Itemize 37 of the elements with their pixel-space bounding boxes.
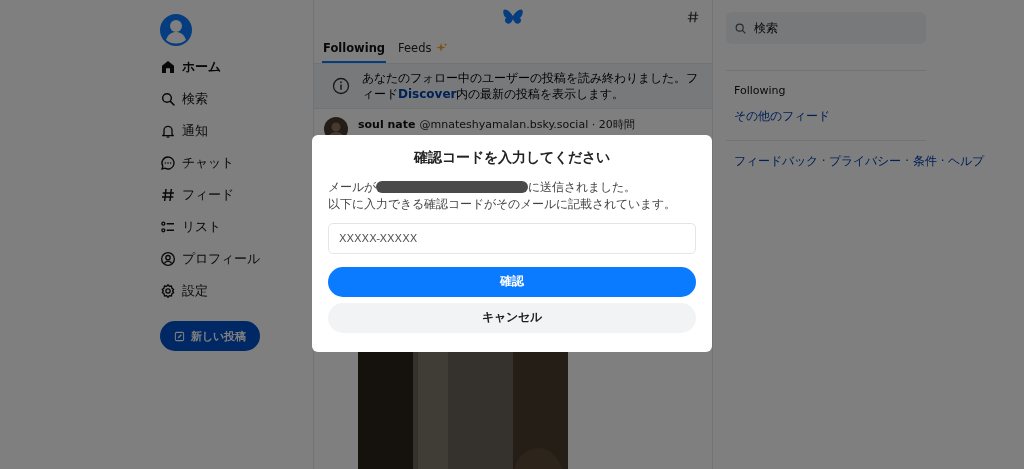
list-icon: [160, 219, 176, 235]
search-field[interactable]: 検索: [726, 12, 926, 44]
search-icon: [734, 22, 747, 35]
code-input-field[interactable]: XXXXX-XXXXX: [328, 222, 696, 254]
nav-item[interactable]: 検索: [160, 83, 208, 115]
banner-text: あなたのフォロー中のユーザーの投稿を読み終わりました。フィードDiscover内の最新の投稿を表示します。: [362, 70, 699, 103]
avatar-icon: [160, 14, 192, 46]
cancel-button[interactable]: キャンセル: [328, 302, 696, 333]
chat-bubble-icon: [160, 155, 176, 171]
nav-item[interactable]: ホーム: [160, 51, 221, 83]
compose-icon: [174, 330, 185, 342]
hash-icon: [686, 10, 700, 24]
message-text: 以下に入力できる確認コードがそのメールに記載されています。: [328, 195, 677, 213]
home-icon: [160, 59, 176, 75]
nav-item[interactable]: 設定: [160, 275, 208, 307]
nav-item[interactable]: フィード: [160, 179, 234, 211]
more-feeds-link[interactable]: その他のフィード: [734, 109, 830, 123]
new-post-button[interactable]: 新しい投稿: [160, 321, 260, 351]
profile-icon: [160, 251, 176, 267]
info-icon: [332, 77, 350, 96]
feed-tab[interactable]: Feeds: [397, 36, 449, 63]
message-text: メールが: [328, 180, 376, 194]
confirm-button[interactable]: 確認: [328, 266, 696, 297]
search-icon: [160, 91, 176, 107]
nav-item[interactable]: プロフィール: [160, 243, 260, 275]
settings-icon: [160, 283, 176, 299]
author-handle: @mnateshyamalan.bsky.social · 20時間: [419, 117, 635, 133]
feeds-heading: Following: [734, 84, 787, 97]
hash-icon: [160, 187, 176, 203]
author-name[interactable]: soul nate: [358, 118, 416, 132]
bell-icon: [160, 123, 176, 139]
nav-item[interactable]: リスト: [160, 211, 221, 243]
message-text: に送信されました。: [528, 180, 636, 194]
dialog-title: 確認コードを入力してください: [412, 149, 611, 167]
nav-item[interactable]: チャット: [160, 147, 234, 179]
footer-links[interactable]: フィードバック · プライバシー · 条件 · ヘルプ: [734, 154, 985, 168]
nav-item[interactable]: 通知: [160, 115, 208, 147]
